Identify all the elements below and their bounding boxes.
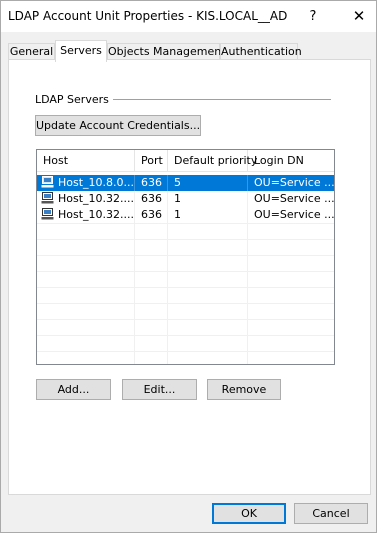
row-priority: 1: [168, 207, 248, 223]
ldap-servers-group-label: LDAP Servers: [35, 93, 109, 106]
table-row[interactable]: Host_10.32.... 636 1 OU=Service ...: [37, 207, 334, 223]
help-button[interactable]: ?: [298, 1, 328, 32]
grid-line: [37, 335, 334, 336]
table-row[interactable]: Host_10.32.... 636 1 OU=Service ...: [37, 191, 334, 207]
remove-button[interactable]: Remove: [207, 379, 281, 400]
computer-icon: [41, 192, 54, 204]
row-login-dn: OU=Service ...: [254, 208, 334, 221]
grid-line: [37, 287, 334, 288]
grid-line: [37, 255, 334, 256]
grid-line: [37, 223, 334, 224]
column-header-login-dn[interactable]: Login DN: [248, 150, 334, 172]
list-header: Host Port Default priority Login DN: [37, 150, 334, 172]
column-grid-line: [134, 223, 135, 364]
grid-line: [37, 303, 334, 304]
cancel-button[interactable]: Cancel: [294, 503, 368, 524]
table-row[interactable]: Host_10.8.0.... 636 5 OU=Service ...: [37, 175, 334, 191]
update-account-credentials-button[interactable]: Update Account Credentials...: [35, 115, 201, 136]
grid-line: [37, 351, 334, 352]
tab-servers[interactable]: Servers: [55, 40, 107, 62]
computer-icon: [41, 208, 54, 220]
servers-list[interactable]: Host Port Default priority Login DN Host…: [36, 149, 335, 365]
column-grid-line: [167, 223, 168, 364]
grid-line: [37, 239, 334, 240]
row-host: Host_10.32....: [58, 192, 135, 205]
grid-line: [37, 271, 334, 272]
edit-button[interactable]: Edit...: [122, 379, 197, 400]
column-header-port[interactable]: Port: [135, 150, 168, 172]
row-port: 636: [135, 191, 168, 207]
servers-tab-panel: LDAP Servers Update Account Credentials.…: [8, 59, 371, 495]
row-host: Host_10.32....: [58, 208, 135, 221]
window-title: LDAP Account Unit Properties - KIS.LOCAL…: [8, 9, 288, 23]
row-port: 636: [135, 207, 168, 223]
row-priority: 1: [168, 191, 248, 207]
row-host: Host_10.8.0....: [58, 176, 135, 189]
column-grid-line: [247, 223, 248, 364]
title-bar[interactable]: LDAP Account Unit Properties - KIS.LOCAL…: [1, 1, 376, 32]
row-port: 636: [135, 175, 168, 191]
grid-line: [37, 319, 334, 320]
column-header-default-priority[interactable]: Default priority: [168, 150, 257, 172]
computer-icon: [41, 176, 54, 188]
column-header-host[interactable]: Host: [37, 150, 135, 172]
dialog-window: LDAP Account Unit Properties - KIS.LOCAL…: [0, 0, 377, 533]
row-login-dn: OU=Service ...: [254, 192, 334, 205]
close-button[interactable]: ✕: [342, 1, 376, 32]
row-priority: 5: [168, 175, 248, 191]
group-divider: [113, 99, 331, 100]
tab-strip: General Servers Objects Management Authe…: [8, 40, 371, 62]
row-login-dn: OU=Service ...: [254, 176, 334, 189]
add-button[interactable]: Add...: [36, 379, 111, 400]
ok-button[interactable]: OK: [212, 503, 286, 524]
